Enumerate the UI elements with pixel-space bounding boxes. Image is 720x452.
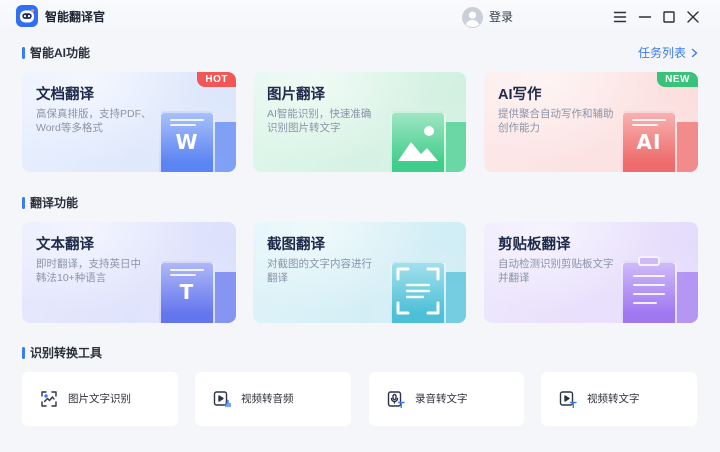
title-bar: 智能翻译官 登录 xyxy=(0,0,720,34)
close-icon xyxy=(687,11,699,23)
doc-line xyxy=(633,302,657,304)
screenshot-frame-icon xyxy=(390,261,446,323)
minimize-icon xyxy=(638,16,652,18)
user-avatar-icon xyxy=(462,7,483,28)
card-image-translate[interactable]: 图片翻译 AI智能识别，快速准确 识别图片转文字 xyxy=(253,72,466,172)
maximize-icon xyxy=(663,11,675,23)
card-title: 文档翻译 xyxy=(36,87,94,103)
tools-section-header: 识别转换工具 xyxy=(22,345,322,361)
text-document-icon: T xyxy=(159,261,215,323)
tool-image-ocr[interactable]: 图片文字识别 xyxy=(22,372,178,426)
illustration-glyph: T xyxy=(179,280,195,304)
tool-label: 视频转文字 xyxy=(587,393,640,405)
doc-line xyxy=(170,119,204,121)
ai-section-header: 智能AI功能 xyxy=(22,45,322,61)
video-to-audio-icon xyxy=(213,391,231,408)
login-label: 登录 xyxy=(489,10,514,24)
tool-label: 图片文字识别 xyxy=(68,393,131,405)
tool-video-to-text[interactable]: 视频转文字 xyxy=(541,372,697,426)
section-title: 识别转换工具 xyxy=(30,346,103,360)
section-title: 翻译功能 xyxy=(30,196,79,210)
doc-line xyxy=(633,284,665,286)
close-button[interactable] xyxy=(686,10,700,24)
card-title: 图片翻译 xyxy=(267,87,325,103)
tool-label: 视频转音频 xyxy=(241,393,294,405)
word-document-icon: W xyxy=(159,111,215,172)
crop-frame-icon xyxy=(396,267,440,315)
audio-to-text-icon xyxy=(387,391,405,408)
section-accent-bar xyxy=(22,47,25,59)
card-ai-writing[interactable]: AI写作 提供聚合自动写作和辅助 创作能力 NEW AI xyxy=(484,72,698,172)
section-title: 智能AI功能 xyxy=(30,46,91,60)
app-title: 智能翻译官 xyxy=(45,10,106,24)
section-accent-bar xyxy=(22,347,25,359)
card-document-translate[interactable]: 文档翻译 高保真排版，支持PDF、 Word等多格式 HOT W xyxy=(22,72,236,172)
card-screenshot-translate[interactable]: 截图翻译 对截图的文字内容进行 翻译 xyxy=(253,222,466,323)
task-list-link[interactable]: 任务列表 xyxy=(638,45,699,61)
new-badge: NEW xyxy=(657,72,698,87)
translate-section-header: 翻译功能 xyxy=(22,195,322,211)
doc-line xyxy=(632,119,666,121)
ai-document-icon: AI xyxy=(621,111,677,172)
doc-line xyxy=(170,124,196,126)
tool-video-to-audio[interactable]: 视频转音频 xyxy=(195,372,351,426)
task-list-label: 任务列表 xyxy=(637,46,686,60)
login-button[interactable]: 登录 xyxy=(461,6,519,28)
robot-logo-icon xyxy=(16,5,38,27)
clipboard-icon xyxy=(621,256,677,323)
doc-line xyxy=(632,124,658,126)
card-title: 剪贴板翻译 xyxy=(498,237,571,253)
menu-button[interactable] xyxy=(613,10,627,24)
section-accent-bar xyxy=(22,197,25,209)
tool-label: 录音转文字 xyxy=(415,393,468,405)
card-title: AI写作 xyxy=(498,87,542,103)
doc-line xyxy=(170,274,196,276)
card-text-translate[interactable]: 文本翻译 即时翻译，支持英日中 韩法10+种语言 T xyxy=(22,222,236,323)
minimize-button[interactable] xyxy=(638,10,652,24)
image-text-scan-icon xyxy=(41,391,57,407)
card-title: 文本翻译 xyxy=(36,237,94,253)
video-to-text-icon xyxy=(559,391,577,408)
doc-line xyxy=(633,293,665,295)
card-clipboard-translate[interactable]: 剪贴板翻译 自动检测识别剪贴板文字 并翻译 xyxy=(484,222,698,323)
illustration-glyph: W xyxy=(175,130,199,154)
illustration-glyph: AI xyxy=(636,130,662,154)
tool-audio-to-text[interactable]: 录音转文字 xyxy=(369,372,524,426)
clipboard-clip xyxy=(638,256,660,266)
mountain-sun-icon xyxy=(398,126,438,161)
maximize-button[interactable] xyxy=(662,10,676,24)
hot-badge: HOT xyxy=(197,72,236,87)
menu-icon xyxy=(613,11,627,23)
doc-line xyxy=(633,275,665,277)
picture-icon xyxy=(390,111,446,172)
chevron-right-icon xyxy=(691,48,698,58)
card-title: 截图翻译 xyxy=(267,237,325,253)
doc-line xyxy=(170,269,204,271)
